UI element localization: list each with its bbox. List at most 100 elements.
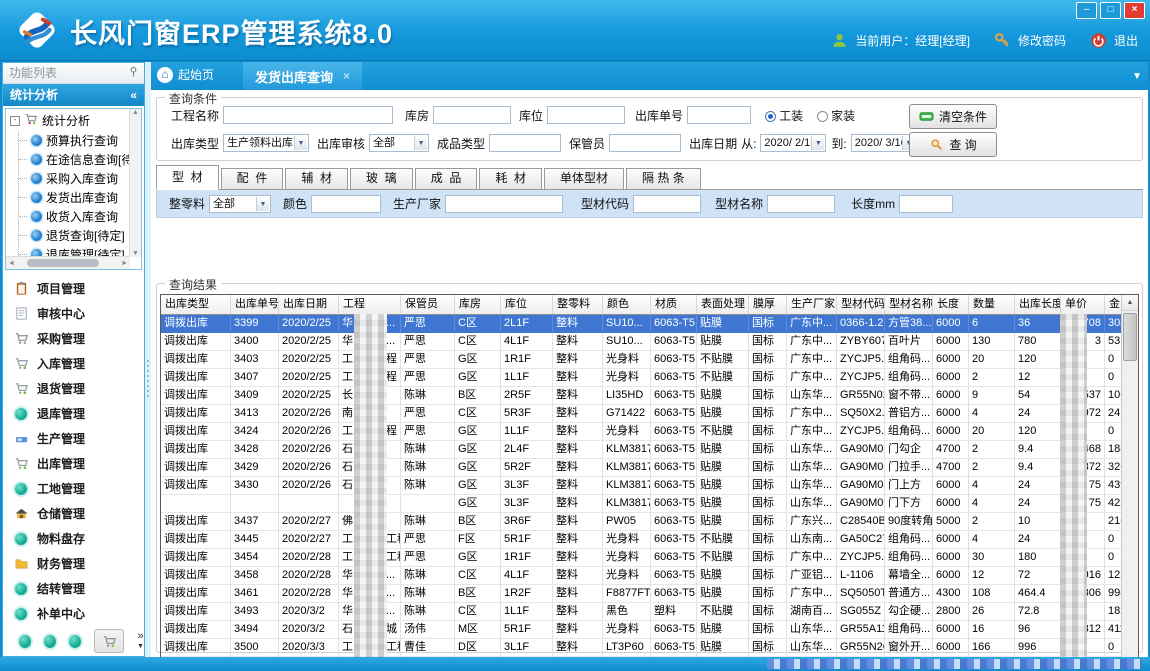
pin-icon[interactable] [129,63,138,83]
column-header[interactable]: 长度 [933,295,969,314]
date-from-picker[interactable]: 2020/ 2/16▼ [760,134,826,152]
sidebar-item-退货管理[interactable]: 退货管理 [3,376,144,401]
radio-家装[interactable]: 家装 [817,109,855,123]
table-row[interactable]: G区3L3F整料KLM38176063-T5贴膜国标山东华...GA90M09.… [161,495,1121,513]
tree-root-node[interactable]: - 统计分析 [6,109,141,131]
color-input[interactable] [311,195,381,213]
warehouse-input[interactable] [433,106,511,124]
tree-item[interactable]: 发货出库查询 [19,188,141,207]
table-row[interactable]: 调拨出库34612020/2/28华 原...陈琳B区1R2F整料F8877FT… [161,585,1121,603]
length-input[interactable] [899,195,953,213]
column-header[interactable]: 库位 [501,295,553,314]
table-row[interactable]: 调拨出库34002020/2/25华 原...严思C区4L1F整料SU10...… [161,333,1121,351]
sidebar-item-补单中心[interactable]: 补单中心 [3,601,144,626]
column-header[interactable]: 生产厂家 [787,295,837,314]
table-row[interactable]: 调拨出库35002020/3/3工 共工程曹佳D区3L1F整料LT3P60606… [161,639,1121,657]
material-tab[interactable]: 耗 材 [479,168,542,189]
scroll-thumb[interactable] [27,259,99,267]
table-row[interactable]: 调拨出库34072020/2/25工 工程严思G区1L1F整料光身料6063-T… [161,369,1121,387]
sidebar-item-工地管理[interactable]: 工地管理 [3,476,144,501]
column-header[interactable]: 出库长度 [1015,295,1061,314]
collapse-icon[interactable]: « [130,84,137,106]
search-button[interactable]: 查 询 [909,132,997,157]
order-no-input[interactable] [687,106,751,124]
product-type-input[interactable] [489,134,561,152]
splitter-grip[interactable] [147,360,149,398]
sidebar-item-审核中心[interactable]: 审核中心 [3,301,144,326]
material-tab[interactable]: 隔 热 条 [626,168,701,189]
material-tab[interactable]: 型 材 [156,165,219,190]
tree-item[interactable]: 预算执行查询 [19,131,141,150]
table-row[interactable]: 调拨出库34132020/2/26南 ...严思C区5R3F整料G7142260… [161,405,1121,423]
column-header[interactable]: 工程 [339,295,401,314]
scroll-right-icon[interactable]: ► [121,260,128,267]
table-row[interactable]: 调拨出库34542020/2/28工 共工程严思G区1R1F整料光身料6063-… [161,549,1121,567]
date-to-picker[interactable]: 2020/ 3/16▼ [851,134,917,152]
tab-close-icon[interactable]: × [343,69,350,83]
whole-piece-select[interactable]: 全部▼ [209,195,271,213]
outbound-type-select[interactable]: 生产领料出库▼ [223,134,309,152]
table-row[interactable]: 调拨出库34292020/2/26石 城陈琳G区5R2F整料KLM3817606… [161,459,1121,477]
sidebar-item-入库管理[interactable]: 入库管理 [3,351,144,376]
material-tab[interactable]: 成 品 [415,168,478,189]
scroll-left-icon[interactable]: ◄ [8,260,15,267]
column-header[interactable]: 整零料 [553,295,603,314]
material-tab[interactable]: 配 件 [221,168,284,189]
sidebar-section-header[interactable]: 统计分析 « [3,84,144,106]
tree-vertical-scrollbar[interactable]: ▲▼ [129,109,141,257]
sidebar-item-退库管理[interactable]: 退库管理 [3,401,144,426]
column-header[interactable]: 型材名称 [885,295,933,314]
material-tab[interactable]: 玻 璃 [350,168,413,189]
column-header[interactable]: 出库日期 [279,295,339,314]
table-row[interactable]: 调拨出库34582020/2/28华 原...陈琳C区4L1F整料光身料6063… [161,567,1121,585]
table-row[interactable]: 调拨出库34302020/2/26石 城陈琳G区3L3F整料KLM3817606… [161,477,1121,495]
table-row[interactable]: 调拨出库34032020/2/25工 工程严思G区1R1F整料光身料6063-T… [161,351,1121,369]
radio-工装[interactable]: 工装 [765,109,803,123]
cart-button[interactable] [94,629,124,653]
tree-item[interactable]: 在途信息查询[待 [19,150,141,169]
sidebar-item-生产管理[interactable]: 生产管理 [3,426,144,451]
column-header[interactable]: 颜色 [603,295,651,314]
scroll-down-icon[interactable]: ▼ [132,250,139,257]
clear-conditions-button[interactable]: 清空条件 [909,104,997,129]
sidebar-item-结转管理[interactable]: 结转管理 [3,576,144,601]
sidebar-item-出库管理[interactable]: 出库管理 [3,451,144,476]
table-row[interactable]: 调拨出库34932020/3/2华 原...陈琳C区1L1F整料黑色塑料不贴膜国… [161,603,1121,621]
grid-vertical-scrollbar[interactable]: ▲ ▼ [1121,295,1138,657]
circle-icon[interactable] [19,635,31,648]
circle-icon[interactable] [69,635,81,648]
manufacturer-input[interactable] [445,195,563,213]
column-header[interactable]: 金 [1105,295,1121,314]
sidebar-item-物料盘存[interactable]: 物料盘存 [3,526,144,551]
project-name-input[interactable] [223,106,393,124]
maximize-icon[interactable]: □ [1100,2,1121,19]
material-tab[interactable]: 辅 材 [285,168,348,189]
column-header[interactable]: 出库单号 [231,295,279,314]
close-icon[interactable]: × [1124,2,1145,19]
expander-icon[interactable]: - [10,116,20,126]
column-header[interactable]: 材质 [651,295,697,314]
more-menu-toggle[interactable]: »▼ [137,632,144,651]
table-row[interactable]: 调拨出库34282020/2/26石 城陈琳G区2L4F整料KLM3817606… [161,441,1121,459]
sidebar-item-仓储管理[interactable]: 仓储管理 [3,501,144,526]
tree-item[interactable]: 采购入库查询 [19,169,141,188]
tree-item[interactable]: 退货查询[待定] [19,226,141,245]
material-tab[interactable]: 单体型材 [544,168,624,189]
location-input[interactable] [547,106,625,124]
column-header[interactable]: 保管员 [401,295,455,314]
profile-name-input[interactable] [767,195,835,213]
tab-outbound-query[interactable]: 发货出库查询 × [243,62,362,90]
table-row[interactable]: 调拨出库34372020/2/27佛 ...陈琳B区3R6F整料PW056063… [161,513,1121,531]
tree-horizontal-scrollbar[interactable]: ◄► [6,256,130,269]
column-header[interactable]: 单价 [1061,295,1105,314]
table-row[interactable]: 调拨出库34452020/2/27工 共工程严思F区5R1F整料光身料6063-… [161,531,1121,549]
circle-icon[interactable] [44,635,56,648]
scroll-up-icon[interactable]: ▲ [1122,295,1138,311]
column-header[interactable]: 数量 [969,295,1015,314]
column-header[interactable]: 出库类型 [161,295,231,314]
table-row[interactable]: 调拨出库34092020/2/25长 ...陈琳B区2R5F整料LI35HD60… [161,387,1121,405]
tree-item[interactable]: 收货入库查询 [19,207,141,226]
change-password-link[interactable]: 修改密码 [1018,32,1066,49]
keeper-input[interactable] [609,134,681,152]
table-row[interactable]: 调拨出库34242020/2/26工 工程严思G区1L1F整料光身料6063-T… [161,423,1121,441]
